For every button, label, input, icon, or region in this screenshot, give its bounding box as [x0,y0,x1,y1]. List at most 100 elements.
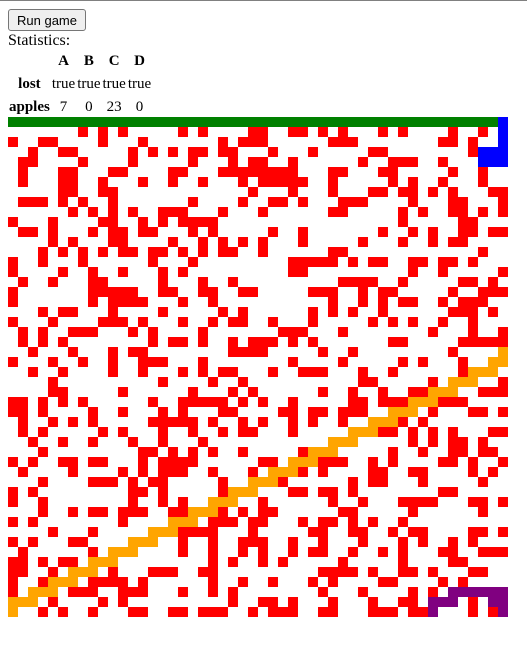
empty-cell [418,327,428,337]
empty-cell [198,157,208,167]
apple-cell [58,147,68,157]
empty-cell [138,247,148,257]
empty-cell [238,187,248,197]
empty-cell [18,457,28,467]
apple-cell [218,367,228,377]
empty-cell [278,297,288,307]
empty-cell [188,317,198,327]
apple-cell [8,487,18,497]
apple-cell [428,437,438,447]
apple-cell [98,247,108,257]
apple-cell [378,147,388,157]
empty-cell [178,487,188,497]
snake-c-cell [248,477,258,487]
empty-cell [28,247,38,257]
apple-cell [198,127,208,137]
apple-cell [448,557,458,567]
empty-cell [388,467,398,477]
empty-cell [338,427,348,437]
empty-cell [478,277,488,287]
apple-cell [108,207,118,217]
empty-cell [48,207,58,217]
empty-cell [468,197,478,207]
empty-cell [218,587,228,597]
apple-cell [338,357,348,367]
empty-cell [388,247,398,257]
apple-cell [228,587,238,597]
empty-cell [58,227,68,237]
empty-cell [428,167,438,177]
empty-cell [378,517,388,527]
empty-cell [378,367,388,377]
empty-cell [58,237,68,247]
empty-cell [8,527,18,537]
empty-cell [28,337,38,347]
empty-cell [28,287,38,297]
apple-cell [348,387,358,397]
empty-cell [358,357,368,367]
empty-cell [208,207,218,217]
empty-cell [168,407,178,417]
empty-cell [368,227,378,237]
apple-cell [438,297,448,307]
apple-cell [438,547,448,557]
apple-cell [18,327,28,337]
empty-cell [78,477,88,487]
empty-cell [108,537,118,547]
apple-cell [268,607,278,617]
empty-cell [278,257,288,267]
empty-cell [48,557,58,567]
apple-cell [368,277,378,287]
apple-cell [8,577,18,587]
empty-cell [238,527,248,537]
empty-cell [8,417,18,427]
apple-cell [108,357,118,367]
empty-cell [188,137,198,147]
empty-cell [198,407,208,417]
empty-cell [118,257,128,267]
stats-cell: true [127,76,152,92]
apple-cell [328,577,338,587]
empty-cell [338,237,348,247]
empty-cell [78,607,88,617]
apple-cell [258,177,268,187]
empty-cell [408,277,418,287]
empty-cell [398,447,408,457]
apple-cell [88,277,98,287]
empty-cell [428,447,438,457]
empty-cell [38,287,48,297]
snake-c-cell [218,497,228,507]
apple-cell [148,257,158,267]
apple-cell [278,607,288,617]
snake-c-cell [288,457,298,467]
empty-cell [378,557,388,567]
empty-cell [58,517,68,527]
empty-cell [38,187,48,197]
empty-cell [78,467,88,477]
empty-cell [28,447,38,457]
empty-cell [68,607,78,617]
empty-cell [138,197,148,207]
empty-cell [58,377,68,387]
empty-cell [388,487,398,497]
empty-cell [418,187,428,197]
empty-cell [318,317,328,327]
empty-cell [418,227,428,237]
snake-a-cell [308,117,318,127]
empty-cell [328,127,338,137]
empty-cell [208,487,218,497]
run-game-button[interactable]: Run game [8,9,86,31]
apple-cell [288,257,298,267]
empty-cell [348,267,358,277]
apple-cell [298,327,308,337]
snake-a-cell [58,117,68,127]
empty-cell [498,367,508,377]
empty-cell [188,297,198,307]
apple-cell [388,177,398,187]
empty-cell [138,287,148,297]
empty-cell [148,137,158,147]
empty-cell [28,527,38,537]
apple-cell [308,257,318,267]
empty-cell [188,467,198,477]
apple-cell [158,417,168,427]
